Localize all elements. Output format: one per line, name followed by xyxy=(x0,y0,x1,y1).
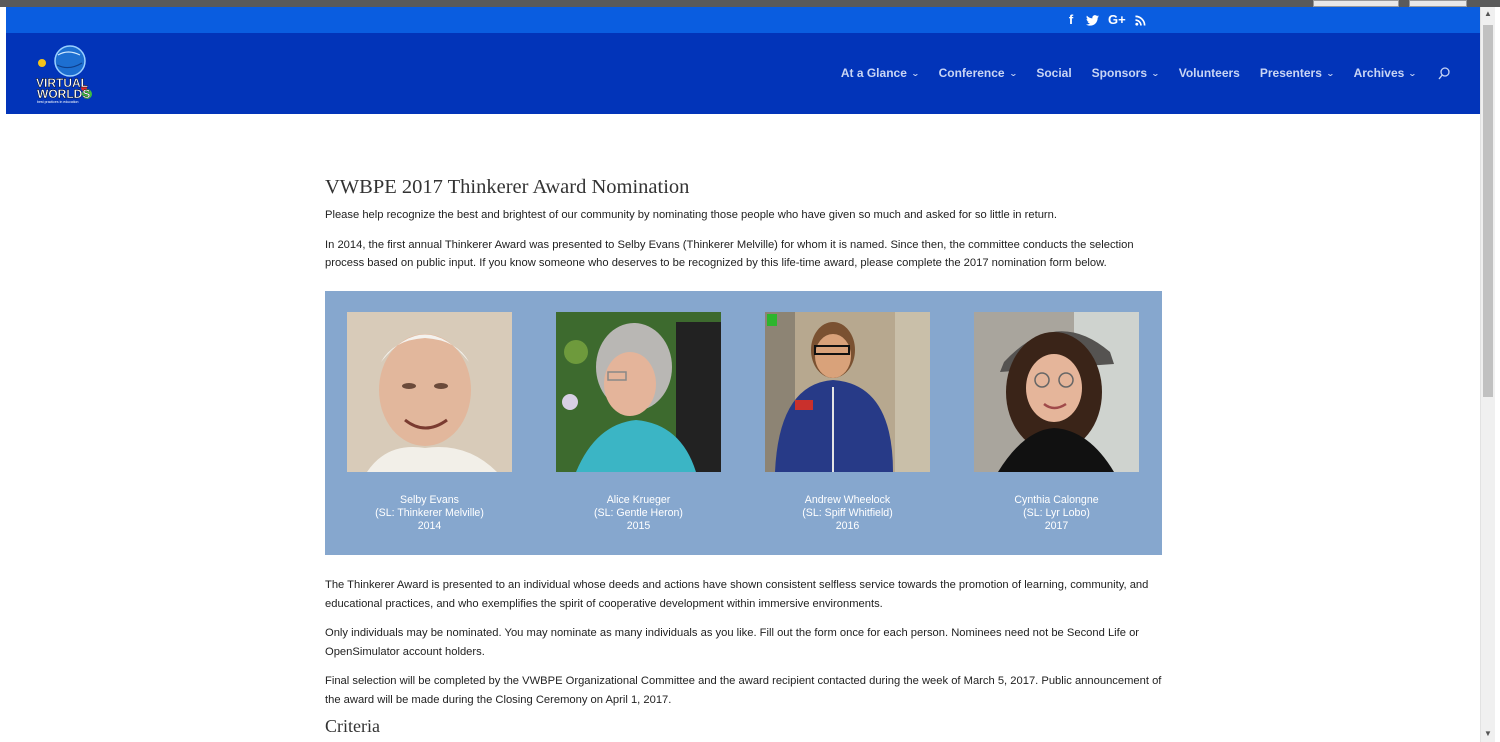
recipient-name: Alice Krueger xyxy=(606,494,671,506)
recipient-sl-name: (SL: Gentle Heron) xyxy=(594,507,683,519)
nav-label: Sponsors xyxy=(1091,66,1148,80)
nav-conference[interactable]: Conference ⌄ xyxy=(938,66,1018,80)
recipient-year: 2014 xyxy=(417,520,442,532)
recipient-photo xyxy=(974,312,1139,472)
chrome-field[interactable] xyxy=(1313,0,1399,7)
nav-volunteers[interactable]: Volunteers xyxy=(1179,66,1240,80)
scroll-up-icon[interactable]: ▲ xyxy=(1481,9,1495,18)
chevron-down-icon: ⌄ xyxy=(1151,68,1160,78)
scroll-down-icon[interactable]: ▼ xyxy=(1481,729,1495,738)
nav-sponsors[interactable]: Sponsors ⌄ xyxy=(1091,66,1160,80)
recipient-caption: Cynthia Calongne (SL: Lyr Lobo) 2017 xyxy=(974,494,1139,533)
history-paragraph: In 2014, the first annual Thinkerer Awar… xyxy=(325,238,1134,270)
chrome-button[interactable] xyxy=(1409,0,1467,7)
selection-paragraph: Final selection will be completed by the… xyxy=(325,675,1162,706)
svg-text:WORLDS: WORLDS xyxy=(37,87,90,101)
nav-label: Presenters xyxy=(1259,66,1322,80)
criteria-heading: Criteria xyxy=(325,716,380,736)
recipient-sl-name: (SL: Lyr Lobo) xyxy=(1023,507,1090,519)
nav-presenters[interactable]: Presenters ⌄ xyxy=(1259,66,1335,80)
recipient-card: Andrew Wheelock (SL: Spiff Whitfield) 20… xyxy=(765,312,930,533)
recipient-caption: Andrew Wheelock (SL: Spiff Whitfield) 20… xyxy=(765,494,930,533)
chevron-down-icon: ⌄ xyxy=(1008,68,1018,78)
recipient-name: Selby Evans xyxy=(400,494,459,506)
recipient-card: Alice Krueger (SL: Gentle Heron) 2015 xyxy=(556,312,721,533)
nav-label: Volunteers xyxy=(1178,66,1240,80)
recipient-year: 2017 xyxy=(1044,520,1069,532)
window-chrome-strip xyxy=(0,0,1500,7)
rules-paragraph: Only individuals may be nominated. You m… xyxy=(325,627,1140,658)
scrollbar-thumb[interactable] xyxy=(1483,25,1493,397)
chevron-down-icon: ⌄ xyxy=(1408,68,1418,78)
nav-label: Social xyxy=(1036,66,1072,80)
site-logo[interactable]: VIRTUAL WORLDS best practices in educati… xyxy=(34,43,94,105)
nav-at-a-glance[interactable]: At a Glance ⌄ xyxy=(840,66,920,80)
nav-label: Conference xyxy=(938,66,1005,80)
recipient-card: Selby Evans (SL: Thinkerer Melville) 201… xyxy=(347,312,512,533)
recipient-photo xyxy=(556,312,721,472)
recipient-name: Andrew Wheelock xyxy=(804,494,891,506)
recipient-year: 2015 xyxy=(626,520,651,532)
svg-text:best practices in education: best practices in education xyxy=(37,100,78,104)
intro-paragraph: Please help recognize the best and brigh… xyxy=(325,209,1057,221)
recipients-panel: Selby Evans (SL: Thinkerer Melville) 201… xyxy=(325,291,1162,555)
twitter-icon[interactable] xyxy=(1086,14,1099,26)
recipient-sl-name: (SL: Thinkerer Melville) xyxy=(375,507,484,519)
facebook-icon[interactable]: f xyxy=(1065,11,1077,29)
nav-label: Archives xyxy=(1353,66,1405,80)
article-header: VWBPE 2017 Thinkerer Award Nomination Pl… xyxy=(325,174,1170,273)
social-top-bar: f G+ xyxy=(6,7,1480,33)
nav-label: At a Glance xyxy=(840,66,907,80)
recipient-caption: Selby Evans (SL: Thinkerer Melville) 201… xyxy=(347,494,512,533)
nav-archives[interactable]: Archives ⌄ xyxy=(1353,66,1418,80)
award-details: The Thinkerer Award is presented to an i… xyxy=(325,576,1170,720)
search-icon[interactable] xyxy=(1438,66,1450,80)
nav-social[interactable]: Social xyxy=(1036,66,1071,80)
recipient-photo xyxy=(347,312,512,472)
google-plus-icon[interactable]: G+ xyxy=(1108,11,1126,29)
recipient-photo xyxy=(765,312,930,472)
rss-icon[interactable] xyxy=(1135,15,1147,26)
recipient-sl-name: (SL: Spiff Whitfield) xyxy=(802,507,893,519)
recipient-card: Cynthia Calongne (SL: Lyr Lobo) 2017 xyxy=(974,312,1139,533)
recipient-name: Cynthia Calongne xyxy=(1014,494,1099,506)
recipient-year: 2016 xyxy=(835,520,860,532)
description-paragraph: The Thinkerer Award is presented to an i… xyxy=(325,579,1149,610)
social-links: f G+ xyxy=(1065,11,1147,29)
primary-nav: At a Glance ⌄ Conference ⌄ Social Sponsors… xyxy=(821,66,1450,80)
main-header: VIRTUAL WORLDS best practices in educati… xyxy=(6,33,1480,114)
page-title: VWBPE 2017 Thinkerer Award Nomination xyxy=(325,176,690,198)
vertical-scrollbar[interactable]: ▲ ▼ xyxy=(1480,7,1495,742)
chevron-down-icon: ⌄ xyxy=(1325,68,1335,78)
chevron-down-icon: ⌄ xyxy=(910,68,920,78)
recipient-caption: Alice Krueger (SL: Gentle Heron) 2015 xyxy=(556,494,721,533)
